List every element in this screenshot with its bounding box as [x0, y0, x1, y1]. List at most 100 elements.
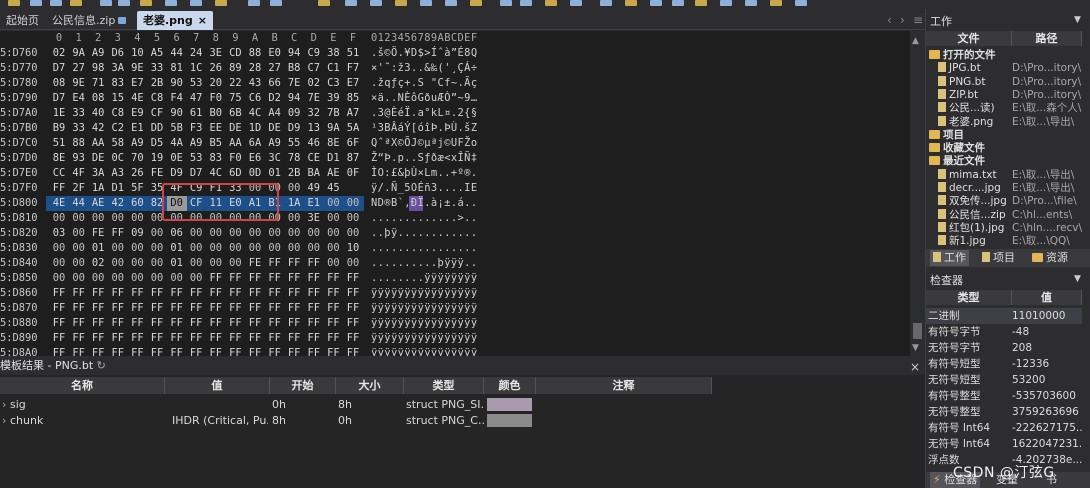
workspace-group[interactable]: 打开的文件 [929, 49, 1079, 62]
hex-byte[interactable]: C9 [305, 46, 323, 61]
hex-byte[interactable]: AA [226, 136, 244, 151]
hex-byte[interactable]: D9 [168, 166, 186, 181]
hex-row[interactable]: 5:D770 D7 27 98 3A 9E 33 81 1C 26 89 28 27 B8 C7 C1 F7 ×'… [0, 61, 910, 76]
hex-byte[interactable]: 7B [324, 106, 342, 121]
hex-byte[interactable]: 00 [324, 211, 342, 226]
hex-byte[interactable]: B8 [285, 61, 303, 76]
hex-byte[interactable]: 6D [226, 166, 244, 181]
workspace-file-item[interactable]: 公民信...zip [938, 208, 1010, 222]
hex-byte[interactable]: 24 [187, 46, 205, 61]
hex-byte[interactable]: FF [89, 346, 107, 356]
toolbar-button-icon[interactable] [545, 0, 557, 6]
hex-byte[interactable]: 3A [89, 166, 107, 181]
toolbar-button-icon[interactable] [570, 0, 582, 6]
hex-byte[interactable]: C7 [305, 61, 323, 76]
hex-byte[interactable]: FF [246, 331, 264, 346]
hex-byte[interactable]: 00 [324, 256, 342, 271]
hex-byte[interactable]: FF [344, 286, 362, 301]
hex-byte[interactable]: 85 [344, 91, 362, 106]
hex-byte[interactable]: 00 [324, 241, 342, 256]
hex-byte[interactable]: 58 [109, 136, 127, 151]
hex-byte[interactable]: D1 [109, 181, 127, 196]
hex-byte[interactable]: 94 [285, 91, 303, 106]
hex-byte[interactable]: 00 [148, 256, 166, 271]
hex-byte[interactable]: 90 [168, 106, 186, 121]
hex-byte[interactable]: 00 [246, 241, 264, 256]
hex-byte[interactable]: FF [207, 331, 225, 346]
hex-byte[interactable]: 00 [109, 241, 127, 256]
hex-byte[interactable]: FF [89, 331, 107, 346]
hex-byte[interactable]: FF [168, 331, 186, 346]
hex-byte[interactable]: FF [128, 346, 146, 356]
hex-byte[interactable]: FF [266, 331, 284, 346]
hex-byte[interactable]: FF [70, 286, 88, 301]
hex-byte[interactable]: 00 [50, 241, 68, 256]
hex-byte[interactable]: FF [128, 316, 146, 331]
hex-byte[interactable]: 1C [187, 61, 205, 76]
hex-byte[interactable]: D5 [148, 136, 166, 151]
hex-byte[interactable]: 2B [285, 166, 303, 181]
hex-scrollbar[interactable]: ▲ ▼ [910, 31, 925, 356]
hex-row[interactable]: 5:D800 4E 44 AE 42 60 82 D0 CF 11 E0 A1 B1 1A E1 00 00 ND… [0, 196, 910, 211]
hex-byte[interactable]: FF [266, 271, 284, 286]
toolbar-button-icon[interactable] [470, 0, 482, 6]
hex-byte[interactable]: 4A [168, 136, 186, 151]
hex-byte[interactable]: 00 [50, 256, 68, 271]
ascii-text[interactable]: ..þÿ............ [371, 226, 478, 241]
hex-byte[interactable]: 3E [305, 211, 323, 226]
hex-byte[interactable]: D1 [324, 151, 342, 166]
workspace-file-item[interactable]: 老婆.png [938, 115, 1010, 129]
hex-byte[interactable]: FF [207, 271, 225, 286]
hex-byte[interactable]: 15 [109, 91, 127, 106]
hex-byte[interactable]: 00 [187, 256, 205, 271]
hex-byte[interactable]: FF [70, 301, 88, 316]
hex-byte[interactable]: E7 [344, 76, 362, 91]
hex-byte[interactable]: 00 [109, 271, 127, 286]
hex-row[interactable]: 5:D7F0 FF 2F 1A D1 5F 35 4F C9 F1 33 00 00 00 49 45 ÿ/.Ñ… [0, 181, 910, 196]
col-header-type[interactable]: 类型 [926, 290, 1012, 305]
col-header-file[interactable]: 文件 [926, 31, 1012, 46]
ascii-text[interactable]: ÿÿÿÿÿÿÿÿÿÿÿÿÿÿÿÿ [371, 301, 478, 316]
hex-byte[interactable]: 26 [128, 166, 146, 181]
hex-byte[interactable]: FF [89, 286, 107, 301]
hex-byte[interactable]: FF [344, 271, 362, 286]
hex-byte[interactable]: 81 [168, 61, 186, 76]
hex-byte[interactable]: 40 [89, 106, 107, 121]
toolbar-button-icon[interactable] [100, 0, 112, 6]
hex-byte[interactable]: 88 [70, 136, 88, 151]
hex-byte[interactable]: 00 [285, 241, 303, 256]
toolbar-button-icon[interactable] [695, 0, 707, 6]
hex-byte[interactable]: 5A [344, 121, 362, 136]
hex-byte[interactable]: A9 [128, 136, 146, 151]
ascii-text[interactable]: ÿÿÿÿÿÿÿÿÿÿÿÿÿÿÿÿ [371, 286, 478, 301]
col-header-path[interactable]: 路径 [1012, 31, 1082, 46]
hex-byte[interactable]: 7E [285, 76, 303, 91]
hex-byte[interactable]: FF [226, 286, 244, 301]
hex-byte[interactable]: 2B [148, 76, 166, 91]
workspace-file-item[interactable]: 新1.jpg [938, 235, 1010, 248]
hex-byte[interactable]: 00 [148, 226, 166, 241]
hex-byte[interactable]: 8E [50, 151, 68, 166]
hex-byte[interactable]: 00 [207, 256, 225, 271]
hex-byte[interactable]: CF [148, 106, 166, 121]
hex-byte[interactable]: 1A [89, 181, 107, 196]
hex-byte[interactable]: F7 [344, 61, 362, 76]
hex-byte[interactable]: FF [344, 301, 362, 316]
hex-byte[interactable]: 0C [109, 151, 127, 166]
hex-byte[interactable]: F3 [187, 121, 205, 136]
hex-byte[interactable]: 00 [344, 256, 362, 271]
hex-byte[interactable]: 5F [128, 181, 146, 196]
tab-png-file[interactable]: 老婆.png × [137, 11, 213, 30]
hex-byte[interactable]: 3E [207, 46, 225, 61]
hex-row[interactable]: 5:D7B0 B9 33 42 C2 E1 DD 5B F3 EE DE 1D DE D9 13 9A 5A ¹3… [0, 121, 910, 136]
hex-byte[interactable]: 02 [89, 256, 107, 271]
hex-byte[interactable]: FF [148, 316, 166, 331]
hex-byte[interactable]: 0F [344, 166, 362, 181]
hex-byte[interactable]: 2F [70, 181, 88, 196]
hex-row[interactable]: 5:D870 FF FF FF FF FF FF FF FF FF FF FF FF FF FF FF FF ÿÿ… [0, 301, 910, 316]
hex-byte[interactable]: FF [226, 346, 244, 356]
hex-byte[interactable]: 51 [344, 46, 362, 61]
hex-byte[interactable]: E6 [246, 151, 264, 166]
ascii-text[interactable]: ×ä..NÈôGðuÆÒ”~9… [371, 91, 478, 106]
hex-byte[interactable]: 32 [305, 106, 323, 121]
